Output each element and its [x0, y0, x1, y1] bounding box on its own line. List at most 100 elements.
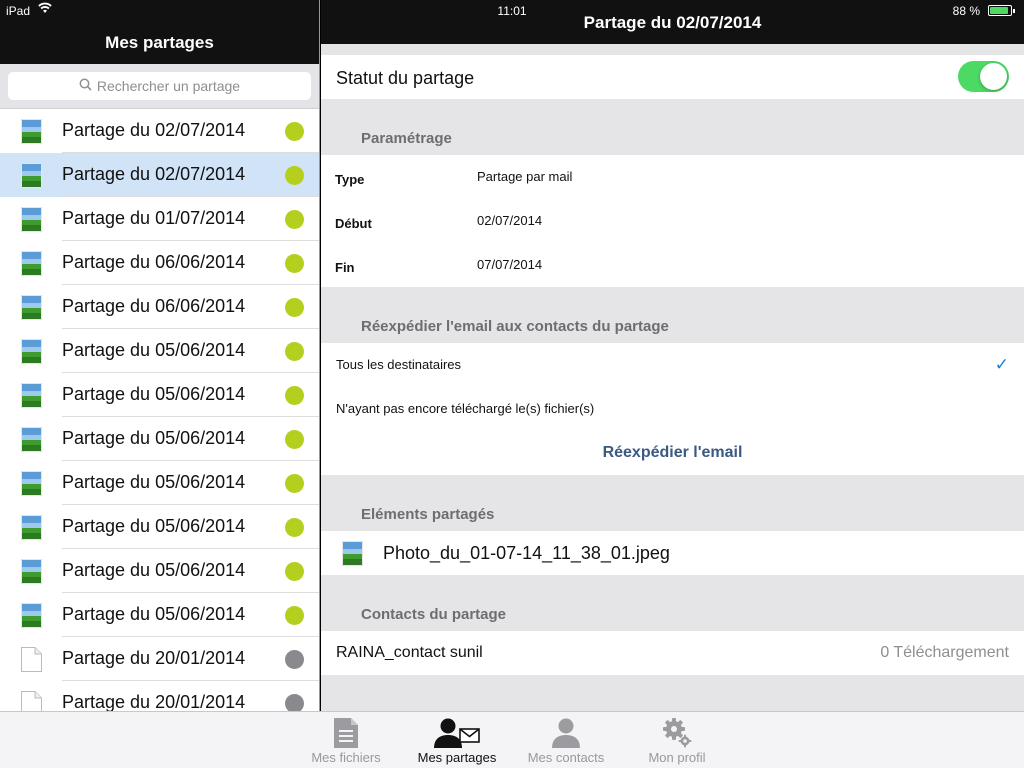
share-list-item[interactable]: Partage du 05/06/2014 — [0, 417, 319, 461]
share-list-item[interactable]: Partage du 05/06/2014 — [0, 593, 319, 637]
resend-option-all[interactable]: Tous les destinataires ✓ — [321, 343, 1024, 387]
tab-label: Mon profil — [648, 750, 706, 765]
status-dot-icon — [285, 518, 304, 537]
share-list-item[interactable]: Partage du 05/06/2014 — [0, 505, 319, 549]
status-dot-icon — [285, 430, 304, 449]
search-placeholder: Rechercher un partage — [96, 78, 241, 94]
status-dot-icon — [285, 166, 304, 185]
share-list-item-label: Partage du 05/06/2014 — [62, 516, 246, 536]
share-list-item-label: Partage du 05/06/2014 — [62, 560, 246, 580]
status-dot-icon — [285, 562, 304, 581]
search-input[interactable]: Rechercher un partage — [8, 72, 311, 100]
share-list-item-label: Partage du 05/06/2014 — [62, 604, 246, 624]
tab-mes-contacts[interactable]: Mes contacts — [511, 712, 621, 768]
shared-file-name: Photo_du_01-07-14_11_38_01.jpeg — [383, 543, 670, 563]
share-list-item-label: Partage du 06/06/2014 — [62, 296, 246, 316]
resend-option-not-downloaded[interactable]: N'ayant pas encore téléchargé le(s) fich… — [321, 387, 1024, 431]
share-list-item[interactable]: Partage du 06/06/2014 — [0, 285, 319, 329]
person-icon — [511, 717, 621, 749]
param-row-debut: Début 02/07/2014 — [321, 199, 1024, 243]
share-status-label: Statut du partage — [336, 68, 475, 88]
contact-row[interactable]: RAINA_contact sunil 0 Téléchargement — [321, 631, 1024, 675]
image-thumbnail-icon — [20, 426, 43, 453]
contact-download-count: 0 Téléchargement — [880, 644, 1009, 661]
contact-name: RAINA_contact sunil — [336, 644, 483, 661]
search-icon — [79, 78, 92, 94]
tab-mon-profil[interactable]: Mon profil — [622, 712, 732, 768]
share-list-item[interactable]: Partage du 01/07/2014 — [0, 197, 319, 241]
resend-email-label: Réexpédier l'email — [602, 444, 743, 461]
section-header-resend: Réexpédier l'email aux contacts du parta… — [321, 287, 1024, 343]
share-list-item[interactable]: Partage du 02/07/2014 — [0, 153, 319, 197]
image-thumbnail-icon — [20, 206, 43, 233]
tab-label: Mes fichiers — [311, 750, 381, 765]
share-list-item-label: Partage du 01/07/2014 — [62, 208, 246, 228]
image-thumbnail-icon — [20, 294, 43, 321]
image-thumbnail-icon — [20, 470, 43, 497]
image-thumbnail-icon — [20, 162, 43, 189]
param-key: Type — [335, 172, 365, 187]
section-header-parametrage: Paramétrage — [321, 99, 1024, 155]
shares-list: Partage du 02/07/2014 Partage du 02/07/20… — [0, 109, 319, 725]
param-value: 02/07/2014 — [477, 213, 543, 228]
document-thumbnail-icon — [21, 647, 42, 672]
resend-email-button[interactable]: Réexpédier l'email — [321, 431, 1024, 475]
share-list-item-label: Partage du 05/06/2014 — [62, 428, 246, 448]
share-list-item-label: Partage du 06/06/2014 — [62, 252, 246, 272]
param-row-type: Type Partage par mail — [321, 155, 1024, 199]
tab-mes-partages[interactable]: Mes partages — [402, 712, 512, 768]
status-dot-icon — [285, 254, 304, 273]
share-list-item[interactable]: Partage du 05/06/2014 — [0, 549, 319, 593]
section-title: Réexpédier l'email aux contacts du parta… — [361, 318, 669, 335]
param-key: Fin — [335, 260, 355, 275]
status-dot-icon — [285, 342, 304, 361]
clock: 11:01 — [497, 4, 527, 18]
share-list-item[interactable]: Partage du 05/06/2014 — [0, 373, 319, 417]
share-list-item[interactable]: Partage du 05/06/2014 — [0, 329, 319, 373]
status-dot-icon — [285, 474, 304, 493]
share-list-item[interactable]: Partage du 05/06/2014 — [0, 461, 319, 505]
share-list-item-label: Partage du 02/07/2014 — [62, 120, 246, 140]
status-bar: iPad 11:01 88 % — [0, 0, 1024, 20]
image-thumbnail-icon — [20, 250, 43, 277]
image-thumbnail-icon — [20, 602, 43, 629]
status-dot-icon — [285, 606, 304, 625]
gear-icon — [622, 717, 732, 749]
share-list-item-label: Partage du 20/01/2014 — [62, 692, 246, 712]
share-list-item[interactable]: Partage du 02/07/2014 — [0, 109, 319, 153]
section-header-shared-items: Eléments partagés — [321, 475, 1024, 531]
image-thumbnail-icon — [20, 382, 43, 409]
search-bar: Rechercher un partage — [0, 64, 319, 109]
image-thumbnail-icon — [20, 118, 43, 145]
checkmark-icon: ✓ — [994, 355, 1009, 374]
toggle-knob — [980, 63, 1007, 90]
status-dot-icon — [285, 122, 304, 141]
shared-file-row[interactable]: Photo_du_01-07-14_11_38_01.jpeg — [321, 531, 1024, 575]
shares-list-pane: Mes partages Rechercher un partage Parta… — [0, 0, 320, 725]
section-title: Paramétrage — [361, 130, 452, 147]
share-list-item-label: Partage du 05/06/2014 — [62, 472, 246, 492]
option-label: Tous les destinataires — [336, 357, 462, 372]
share-contact-icon — [402, 717, 512, 749]
share-list-item-label: Partage du 05/06/2014 — [62, 340, 246, 360]
section-title: Contacts du partage — [361, 606, 507, 623]
share-list-item[interactable]: Partage du 06/06/2014 — [0, 241, 319, 285]
share-list-item-label: Partage du 20/01/2014 — [62, 648, 246, 668]
share-detail-pane: Partage du 02/07/2014 Statut du partage … — [321, 0, 1024, 711]
battery-percentage: 88 % — [952, 4, 980, 18]
param-value: 07/07/2014 — [477, 257, 543, 272]
section-header-contacts: Contacts du partage — [321, 575, 1024, 631]
param-key: Début — [335, 216, 372, 231]
param-row-fin: Fin 07/07/2014 — [321, 243, 1024, 287]
tab-mes-fichiers[interactable]: Mes fichiers — [291, 712, 401, 768]
share-list-item[interactable]: Partage du 20/01/2014 — [0, 637, 319, 681]
share-status-toggle[interactable] — [958, 61, 1009, 92]
status-dot-icon — [285, 298, 304, 317]
status-dot-icon — [285, 650, 304, 669]
tab-label: Mes partages — [417, 750, 497, 765]
share-status-row: Statut du partage — [321, 55, 1024, 99]
status-dot-icon — [285, 386, 304, 405]
image-thumbnail-icon — [341, 540, 364, 567]
tab-bar: Mes fichiers Mes partages Mes contacts M… — [0, 711, 1024, 768]
share-list-item-label: Partage du 02/07/2014 — [62, 164, 246, 184]
